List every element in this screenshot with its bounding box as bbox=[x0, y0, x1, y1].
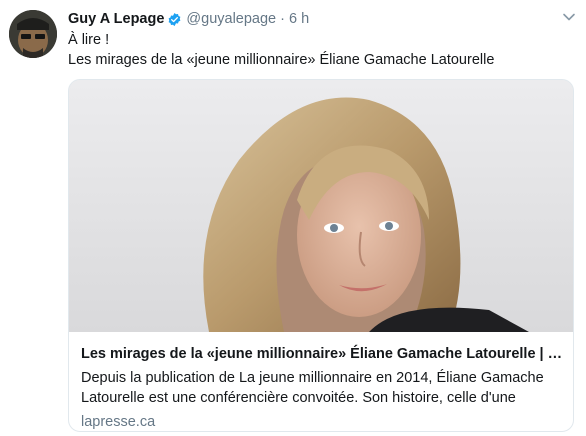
link-card[interactable]: Les mirages de la «jeune millionnaire» É… bbox=[68, 79, 574, 432]
avatar[interactable] bbox=[9, 10, 57, 58]
tweet-timestamp[interactable]: 6 h bbox=[289, 11, 309, 27]
card-body: Les mirages de la «jeune millionnaire» É… bbox=[81, 344, 563, 431]
author-name[interactable]: Guy A Lepage bbox=[68, 11, 164, 27]
tweet[interactable]: Guy A Lepage @guyalepage · 6 h À lire ! … bbox=[0, 0, 586, 436]
tweet-header: Guy A Lepage @guyalepage · 6 h bbox=[68, 9, 309, 29]
separator: · bbox=[280, 11, 285, 27]
chevron-down-icon[interactable] bbox=[562, 10, 576, 24]
card-image bbox=[69, 80, 573, 332]
author-handle[interactable]: @guyalepage bbox=[186, 11, 276, 27]
avatar-image bbox=[9, 10, 57, 58]
card-description: Depuis la publication de La jeune millio… bbox=[81, 370, 544, 406]
card-domain: lapresse.ca bbox=[81, 414, 156, 430]
tweet-text: À lire ! Les mirages de la «jeune millio… bbox=[68, 30, 494, 70]
tweet-text-line-1: À lire ! bbox=[68, 32, 110, 48]
tweet-text-line-2: Les mirages de la «jeune millionnaire» É… bbox=[68, 52, 495, 68]
card-title[interactable]: Les mirages de la «jeune millionnaire» É… bbox=[81, 344, 563, 364]
verified-badge-icon bbox=[169, 12, 181, 26]
